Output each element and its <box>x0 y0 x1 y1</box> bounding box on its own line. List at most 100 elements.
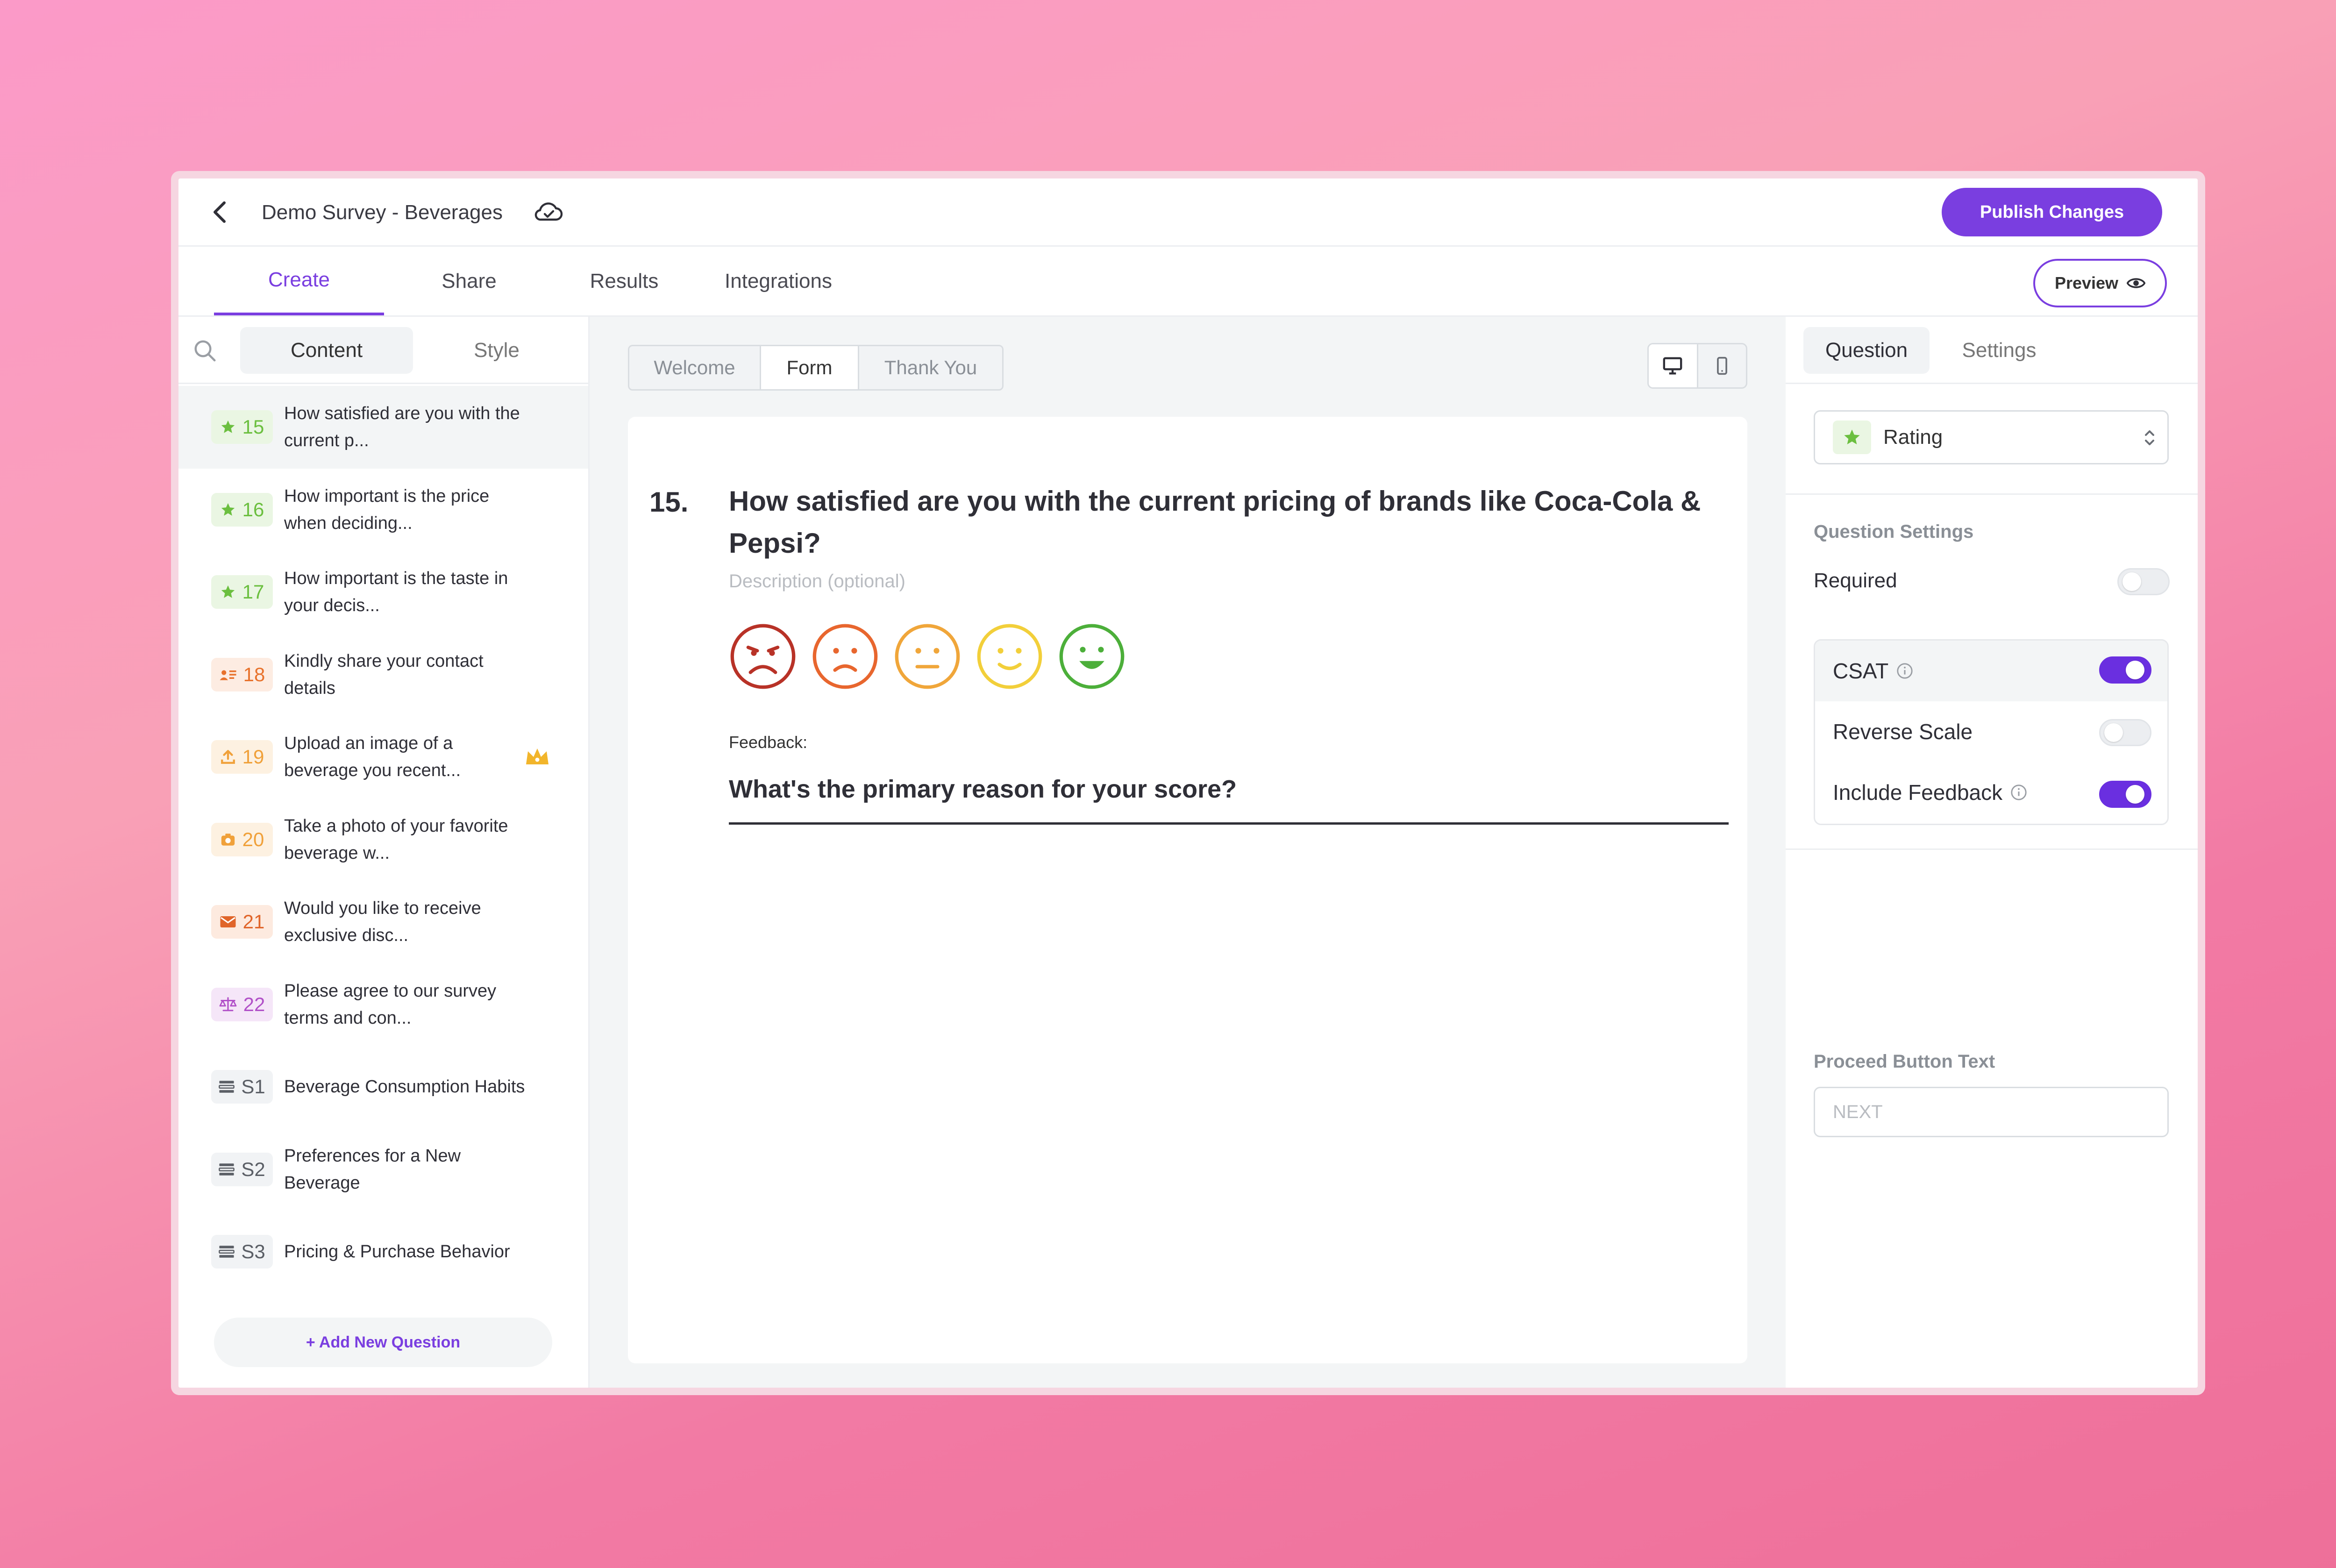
star-icon <box>1833 421 1871 454</box>
section-icon <box>219 1080 235 1094</box>
question-card: 15. How satisfied are you with the curre… <box>628 417 1747 1363</box>
main-tabs: Create Share Results Integrations Previe… <box>178 247 2198 317</box>
proceed-button-text-input[interactable]: NEXT <box>1814 1087 2169 1137</box>
publish-changes-button[interactable]: Publish Changes <box>1942 188 2162 236</box>
mobile-icon <box>1716 356 1727 375</box>
sidebar-question-item[interactable]: 22 Please agree to our survey terms and c… <box>178 963 588 1046</box>
sidebar-question-item[interactable]: S2 Preferences for a New Beverage <box>178 1128 588 1211</box>
question-type-select[interactable]: Rating <box>1814 410 2169 464</box>
segment-thank-you[interactable]: Thank You <box>859 346 1002 389</box>
description-input[interactable]: Description (optional) <box>729 571 905 592</box>
csat-label: CSAT <box>1833 658 1914 684</box>
question-text: Would you like to receive exclusive disc… <box>284 898 481 946</box>
scale-icon <box>219 997 237 1012</box>
proceed-button-text-label: Proceed Button Text <box>1814 1051 1995 1072</box>
question-badge: S1 <box>211 1070 273 1104</box>
question-text: Beverage Consumption Habits <box>284 1077 525 1097</box>
tab-results[interactable]: Results <box>554 247 694 315</box>
question-number: S1 <box>241 1076 265 1098</box>
upload-icon <box>220 749 236 765</box>
form-editor: Welcome Form Thank You 15. How satisfied… <box>590 317 1786 1388</box>
envelope-icon <box>220 915 236 928</box>
tab-style[interactable]: Style <box>410 327 583 374</box>
required-label: Required <box>1814 569 1897 592</box>
question-list: 15 How satisfied are you with the current… <box>178 386 588 1293</box>
desktop-view-button[interactable] <box>1649 344 1698 387</box>
mobile-view-button[interactable] <box>1698 344 1746 387</box>
question-badge: 18 <box>211 657 273 691</box>
app-window: Demo Survey - Beverages Publish Changes … <box>178 178 2198 1388</box>
tab-content[interactable]: Content <box>240 327 413 374</box>
question-number: 21 <box>242 911 265 933</box>
survey-title: Demo Survey - Beverages <box>262 201 503 224</box>
question-number: 17 <box>242 581 264 603</box>
question-text: Take a photo of your favorite beverage w… <box>284 816 508 863</box>
chevron-left-icon <box>214 201 226 223</box>
question-badge: S2 <box>211 1152 273 1186</box>
preview-label: Preview <box>2054 273 2119 292</box>
search-icon[interactable] <box>192 338 218 363</box>
question-text: Kindly share your contact details <box>284 651 484 698</box>
feedback-question-input[interactable]: What's the primary reason for your score… <box>729 775 1729 825</box>
happy-face-icon[interactable] <box>976 622 1044 691</box>
sidebar-question-item[interactable]: S3 Pricing & Purchase Behavior <box>178 1211 588 1293</box>
question-number: 19 <box>242 746 264 768</box>
question-text: How important is the taste in your decis… <box>284 569 508 616</box>
required-toggle[interactable] <box>2117 568 2170 595</box>
question-badge: S3 <box>211 1235 273 1269</box>
sidebar-question-item[interactable]: 15 How satisfied are you with the current… <box>178 386 588 469</box>
info-icon[interactable] <box>1896 662 1914 680</box>
include-feedback-toggle[interactable] <box>2099 781 2151 808</box>
star-icon <box>220 584 236 600</box>
question-badge: 20 <box>211 822 273 856</box>
add-new-question-button[interactable]: + Add New Question <box>214 1318 552 1367</box>
contact-card-icon <box>219 668 237 682</box>
tab-share[interactable]: Share <box>384 247 554 315</box>
sidebar-question-item[interactable]: 19 Upload an image of a beverage you rece… <box>178 716 588 798</box>
question-badge: 22 <box>211 987 273 1021</box>
tab-create[interactable]: Create <box>214 247 384 315</box>
preview-button[interactable]: Preview <box>2033 259 2167 307</box>
question-number: 18 <box>243 663 265 685</box>
question-number: 16 <box>242 498 264 520</box>
segment-welcome[interactable]: Welcome <box>629 346 761 389</box>
sidebar-question-item[interactable]: 20 Take a photo of your favorite beverage… <box>178 798 588 881</box>
segment-form[interactable]: Form <box>761 346 859 389</box>
question-settings-heading: Question Settings <box>1814 521 1974 542</box>
sidebar-question-item[interactable]: S1 Beverage Consumption Habits <box>178 1046 588 1128</box>
very-happy-face-icon[interactable] <box>1058 622 1126 691</box>
back-button[interactable] <box>207 198 235 226</box>
question-badge: 15 <box>211 410 273 444</box>
divider <box>1786 493 2198 495</box>
info-icon[interactable] <box>2010 784 2028 801</box>
eye-icon <box>2127 278 2146 288</box>
question-number: 22 <box>243 993 265 1015</box>
question-text: Preferences for a New Beverage <box>284 1146 461 1193</box>
very-unhappy-face-icon[interactable] <box>729 622 797 691</box>
sidebar-tabs: Content Style <box>178 317 588 384</box>
unhappy-face-icon[interactable] <box>811 622 879 691</box>
rating-faces <box>729 622 1126 691</box>
tab-settings[interactable]: Settings <box>1936 327 2062 374</box>
sidebar-question-item[interactable]: 21 Would you like to receive exclusive di… <box>178 881 588 963</box>
neutral-face-icon[interactable] <box>893 622 961 691</box>
include-feedback-label: Include Feedback <box>1833 780 2028 805</box>
desktop-icon <box>1663 357 1682 375</box>
sidebar-question-item[interactable]: 18 Kindly share your contact details <box>178 634 588 716</box>
question-text: Please agree to our survey terms and con… <box>284 981 497 1028</box>
tab-question[interactable]: Question <box>1803 327 1930 374</box>
sidebar-question-item[interactable]: 16 How important is the price when decidi… <box>178 469 588 551</box>
question-title[interactable]: How satisfied are you with the current p… <box>729 480 1710 564</box>
question-text: Upload an image of a beverage you recent… <box>284 734 461 781</box>
question-text: Pricing & Purchase Behavior <box>284 1242 510 1262</box>
tab-integrations[interactable]: Integrations <box>694 247 862 315</box>
camera-icon <box>220 832 236 847</box>
rating-options: CSAT Reverse Scale Include Feedback <box>1814 639 2169 825</box>
sidebar-question-item[interactable]: 17 How important is the taste in your dec… <box>178 551 588 634</box>
csat-toggle[interactable] <box>2099 656 2151 684</box>
reverse-scale-toggle[interactable] <box>2099 719 2151 746</box>
device-toggle <box>1647 343 1747 389</box>
divider <box>1786 848 2198 850</box>
csat-row: CSAT <box>1815 641 2167 701</box>
reverse-scale-label: Reverse Scale <box>1833 720 1973 744</box>
